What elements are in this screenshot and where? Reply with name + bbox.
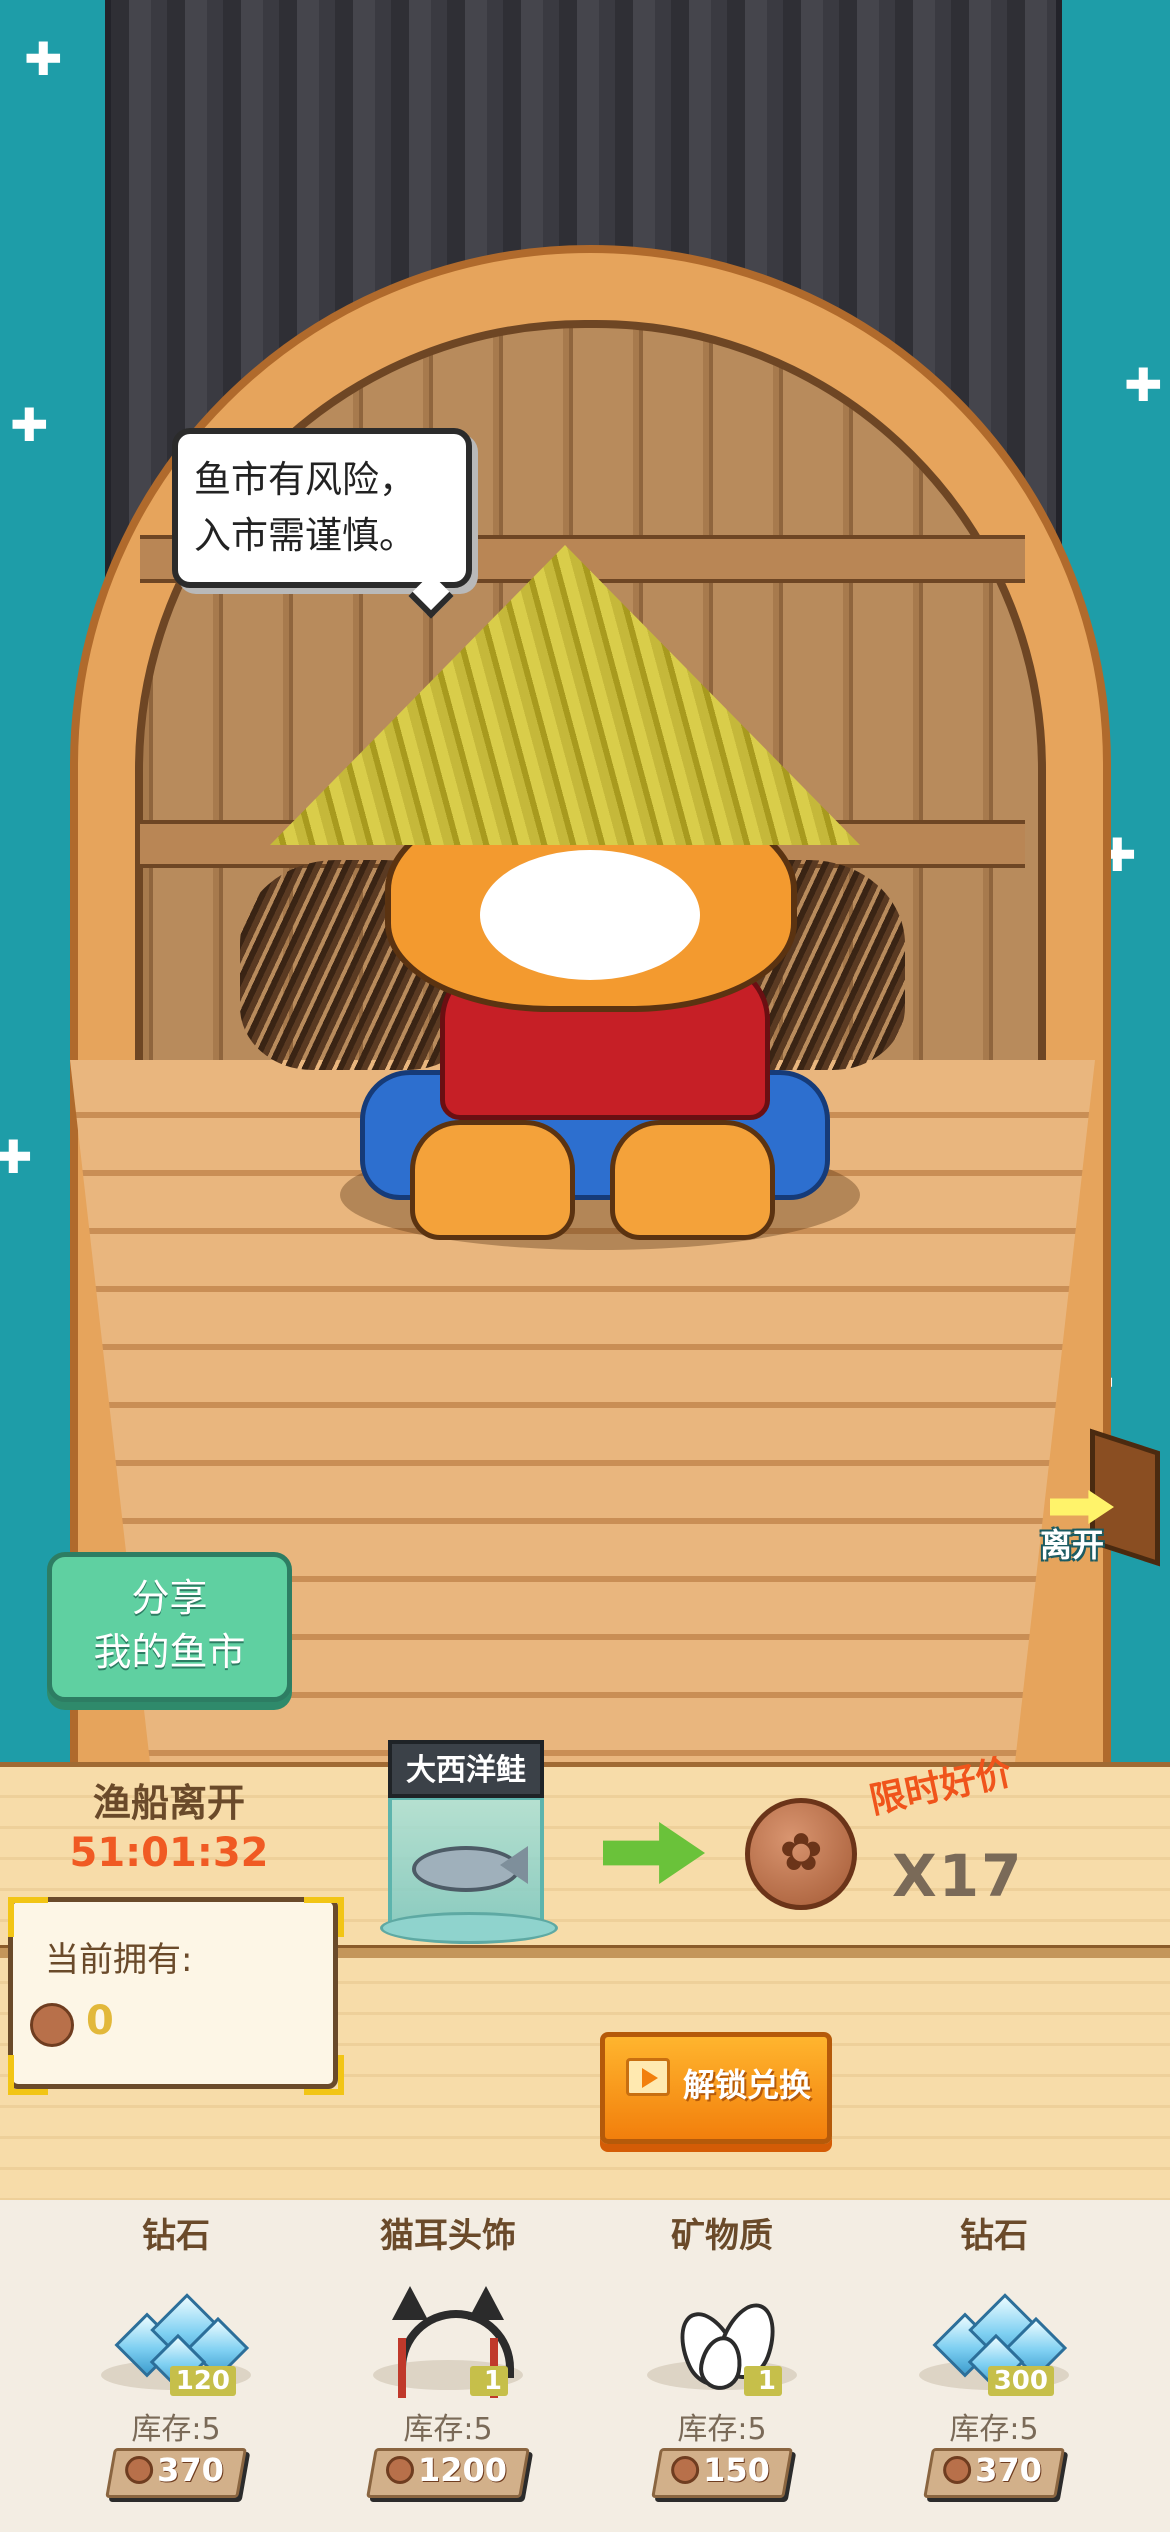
item-price: 150 <box>703 2451 770 2489</box>
frame-corner <box>8 1897 48 1937</box>
cat-face <box>480 850 700 980</box>
price-tag[interactable]: 150 <box>651 2448 793 2498</box>
item-name: 猫耳头饰 <box>380 2216 516 2256</box>
display-base <box>380 1912 558 1944</box>
salmon-icon <box>412 1846 520 1892</box>
item-quantity: 300 <box>987 2366 1054 2396</box>
fish-coin-icon <box>943 2456 972 2484</box>
price-tag[interactable]: 1200 <box>366 2448 530 2498</box>
store-item-diamond[interactable]: 钻石 300 库存:5 370 <box>874 2208 1114 2528</box>
fish-coin-icon <box>671 2456 700 2484</box>
item-stock: 库存:5 <box>403 2412 493 2447</box>
item-name: 钻石 <box>960 2216 1028 2256</box>
frame-corner <box>304 2055 344 2095</box>
speech-line: 鱼市有风险， <box>194 458 416 501</box>
owned-label: 当前拥有: <box>45 1940 193 1980</box>
item-quantity: 1 <box>470 2366 508 2396</box>
item-price: 1200 <box>417 2451 508 2489</box>
frame-corner <box>304 1897 344 1937</box>
boat-leave-title: 渔船离开 <box>92 1781 245 1825</box>
game-screen: ✚ ✚ ✚ ✚ ✚ ✚ ✚ 鱼市有风险， 入市需谨慎。 分享 我的鱼市 离开 <box>0 0 1170 2532</box>
sparkle-icon: ✚ <box>24 32 63 86</box>
store-item-cat-ear-headband[interactable]: 猫耳头饰 1 库存:5 1200 <box>328 2208 568 2528</box>
store-item-mineral[interactable]: 矿物质 1 库存:5 150 <box>602 2208 842 2528</box>
speech-line: 入市需谨慎。 <box>194 514 416 557</box>
sparkle-icon: ✚ <box>1124 358 1163 412</box>
item-stock: 库存:5 <box>131 2412 221 2447</box>
item-quantity: 120 <box>169 2366 236 2396</box>
fish-coin-icon <box>385 2456 414 2484</box>
store-item-diamond[interactable]: 钻石 120 库存:5 370 <box>56 2208 296 2528</box>
leave-label: 离开 <box>1040 1526 1105 1564</box>
fish-coin-icon: ✿ <box>745 1798 857 1910</box>
fish-name-tag: 大西洋鲑 <box>388 1740 544 1798</box>
item-name: 钻石 <box>142 2216 210 2256</box>
cat-paw-left <box>410 1120 575 1240</box>
video-play-icon <box>626 2058 670 2096</box>
item-price: 370 <box>157 2451 224 2489</box>
item-price: 370 <box>975 2451 1042 2489</box>
countdown-timer: 51:01:32 <box>69 1830 269 1876</box>
sparkle-icon: ✚ <box>0 1130 33 1184</box>
price-tag[interactable]: 370 <box>105 2448 247 2498</box>
reward-count: X17 <box>892 1842 1024 1910</box>
cat-paw-right <box>610 1120 775 1240</box>
owned-value: 0 <box>86 1998 114 2044</box>
owned-currency-box <box>8 1897 338 2089</box>
fish-coin-icon <box>125 2456 154 2484</box>
speech-bubble: 鱼市有风险， 入市需谨慎。 <box>172 428 472 588</box>
unlock-exchange-label: 解锁兑换 <box>683 2066 812 2104</box>
share-button-label: 我的鱼市 <box>93 1630 246 1674</box>
price-tag[interactable]: 370 <box>923 2448 1065 2498</box>
item-stock: 库存:5 <box>949 2412 1039 2447</box>
item-stock: 库存:5 <box>677 2412 767 2447</box>
item-quantity: 1 <box>744 2366 782 2396</box>
sparkle-icon: ✚ <box>10 398 49 452</box>
share-market-button[interactable]: 分享 我的鱼市 <box>47 1552 292 1702</box>
fish-coin-icon <box>30 2003 74 2047</box>
frame-corner <box>8 2055 48 2095</box>
item-name: 矿物质 <box>671 2216 773 2256</box>
share-button-label: 分享 <box>131 1576 208 1620</box>
